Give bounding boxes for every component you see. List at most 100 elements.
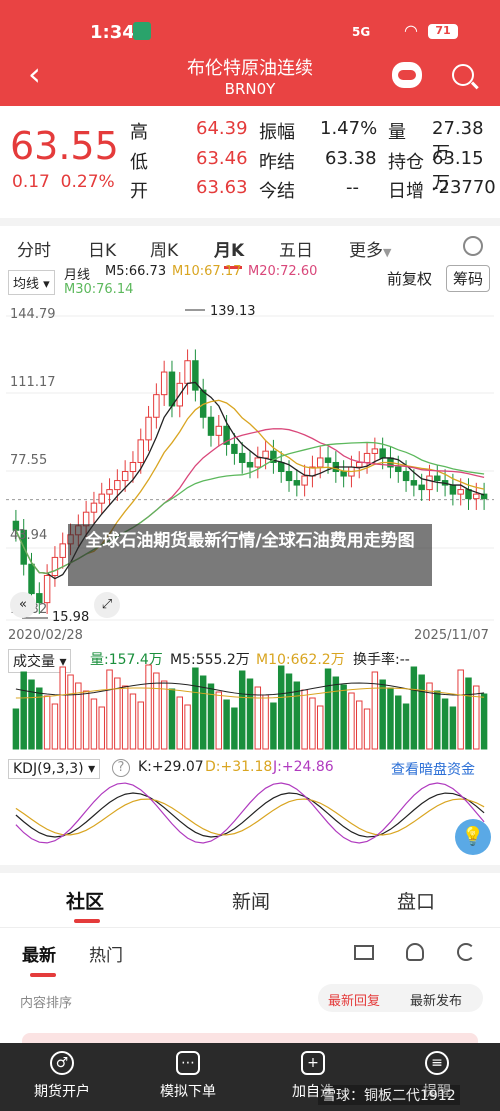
open-label: 开 <box>130 181 148 202</box>
candle-body <box>301 475 308 486</box>
refresh-icon[interactable] <box>457 943 475 961</box>
volume-bar <box>449 706 457 750</box>
volume-bar <box>145 664 152 750</box>
volume-bar <box>418 674 425 750</box>
candle-body <box>410 480 418 486</box>
fullscreen-icon[interactable]: ⤢ <box>94 592 120 618</box>
volume-bar <box>12 708 20 750</box>
volume-bar <box>480 693 488 750</box>
volume-bar <box>238 670 246 750</box>
collapse-icon[interactable]: « <box>10 592 36 618</box>
volume-bar <box>28 679 35 750</box>
quote-panel: 63.55 0.17 0.27% 高 64.39 低 63.46 开 63.63… <box>0 106 500 216</box>
candle-body <box>277 461 285 473</box>
candle-body <box>371 448 379 454</box>
community-section: 社区 新闻 盘口 最新 热门 内容排序 最新回复 最新发布 <box>0 865 500 1047</box>
volume-bar <box>176 696 184 750</box>
candle-body <box>98 493 105 504</box>
volume-bar <box>457 669 464 750</box>
candle-body <box>395 466 402 473</box>
candle-body <box>59 543 66 558</box>
volume-bar <box>90 698 98 750</box>
volume-bar <box>387 687 394 750</box>
candle-body <box>121 471 129 482</box>
amplitude-value: 1.47% <box>320 118 378 139</box>
y-tick-label: 77.55 <box>10 453 48 468</box>
subtab-hot[interactable]: 热门 <box>89 941 123 966</box>
candle-body <box>402 471 410 482</box>
volume-bar <box>395 695 402 750</box>
kdj-j-line <box>15 782 485 844</box>
volume-bar <box>98 706 105 750</box>
user-icon[interactable] <box>406 943 424 961</box>
volume-label: 量 <box>388 122 406 143</box>
candle-body <box>43 575 51 604</box>
battery-icon: 71 <box>428 24 458 39</box>
volume-bar <box>51 703 59 750</box>
message-icon[interactable] <box>354 945 374 960</box>
volume-bar <box>379 679 386 750</box>
sort-toggle: 最新回复 最新发布 <box>318 984 483 1012</box>
settle-label: 今结 <box>259 181 295 202</box>
candle-body <box>434 475 441 482</box>
x-start-label: 2020/02/28 <box>8 628 83 643</box>
volume-bar <box>270 702 277 750</box>
search-icon[interactable] <box>452 64 474 86</box>
volume-bar <box>402 703 410 750</box>
volume-bar <box>262 694 269 750</box>
y-tick-label: 111.17 <box>10 375 56 390</box>
candle-body <box>262 450 269 459</box>
settle-value: -- <box>346 177 359 198</box>
nav-simulated-order[interactable]: ⋯ 模拟下单 <box>148 1051 228 1101</box>
last-price: 63.55 <box>10 124 119 168</box>
x-end-label: 2025/11/07 <box>414 628 489 643</box>
candle-body <box>51 556 59 577</box>
volume-bar <box>106 669 113 750</box>
document-icon: ⋯ <box>176 1051 200 1075</box>
candle-body <box>363 452 371 463</box>
low-label: 低 <box>130 152 148 173</box>
divider <box>0 927 500 928</box>
candle-body <box>356 461 363 468</box>
overlay-caption: 全球石油期货最新行情/全球石油费用走势图 <box>68 524 432 586</box>
candle-body <box>137 439 144 463</box>
candle-body <box>168 371 176 407</box>
volume-bar <box>340 684 347 750</box>
tab-community[interactable]: 社区 <box>66 887 104 923</box>
candle-body <box>473 493 480 500</box>
volume-bar <box>43 695 51 750</box>
volume-bar <box>465 677 472 750</box>
volume-bar <box>168 688 176 750</box>
volume-svg <box>12 664 488 750</box>
kdj-svg <box>15 782 485 844</box>
kdj-d-line <box>15 798 485 836</box>
amplitude-label: 振幅 <box>259 122 295 143</box>
low-annotation: 15.98 <box>52 610 90 625</box>
candle-body <box>457 489 464 495</box>
volume-bar <box>441 698 449 750</box>
subtab-latest[interactable]: 最新 <box>22 941 56 977</box>
volume-bar <box>363 708 371 750</box>
nav-open-account[interactable]: ♂ 期货开户 <box>22 1051 102 1101</box>
assistant-robot-icon[interactable] <box>392 62 422 88</box>
tab-orderbook[interactable]: 盘口 <box>397 887 435 914</box>
volume-bar <box>356 700 363 750</box>
open-value: 63.63 <box>196 177 248 198</box>
sort-latest-reply[interactable]: 最新回复 <box>328 990 380 1009</box>
status-bar: 1:34 5G ◠ 71 <box>0 0 500 50</box>
volume-bar <box>332 676 340 750</box>
low-value: 63.46 <box>196 148 248 169</box>
sort-latest-post[interactable]: 最新发布 <box>410 990 462 1009</box>
candle-body <box>340 471 347 477</box>
settings-icon[interactable] <box>463 236 483 256</box>
high-value: 64.39 <box>196 118 248 139</box>
volume-bar <box>121 685 129 750</box>
app-notification-icon <box>133 22 151 40</box>
volume-bar <box>223 699 230 750</box>
lightbulb-icon[interactable]: 💡 <box>455 819 491 855</box>
candle-body <box>324 457 332 463</box>
volume-bar <box>254 686 262 750</box>
candle-body <box>28 563 35 595</box>
tab-news[interactable]: 新闻 <box>232 887 270 914</box>
candle-body <box>145 416 152 441</box>
